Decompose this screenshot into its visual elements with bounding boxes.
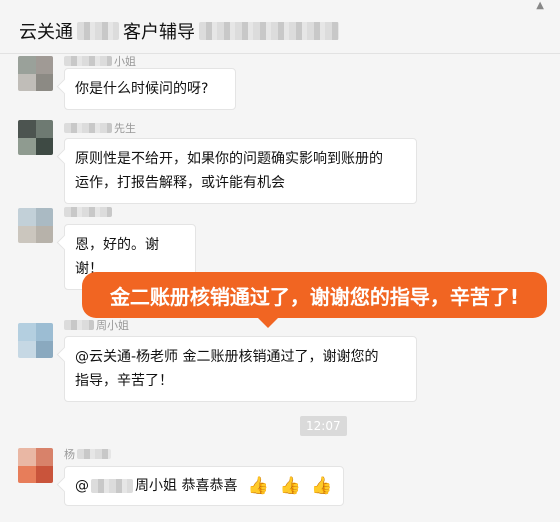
title-prefix: 云关通 bbox=[19, 22, 73, 43]
message-bubble: 原则性是不给开，如果你的问题确实影响到账册的 运作，打报告解释，或许能有机会 bbox=[64, 138, 417, 204]
pin-icon[interactable]: ▲ bbox=[536, 0, 544, 11]
avatar[interactable] bbox=[18, 448, 53, 483]
title-mid: 客户辅导 bbox=[123, 22, 195, 43]
avatar[interactable] bbox=[18, 120, 53, 155]
avatar[interactable] bbox=[18, 208, 53, 243]
redacted-mention bbox=[91, 479, 133, 493]
redacted-name bbox=[77, 22, 119, 40]
timestamp: 12:07 bbox=[300, 416, 347, 436]
highlight-callout: 金二账册核销通过了，谢谢您的指导，辛苦了! bbox=[82, 272, 547, 328]
avatar[interactable] bbox=[18, 323, 53, 358]
chat-title: 云关通 客户辅导 bbox=[19, 18, 339, 44]
sender-name bbox=[64, 207, 114, 217]
message-bubble: @云关通-杨老师 金二账册核销通过了，谢谢您的 指导，辛苦了！ bbox=[64, 336, 417, 402]
redacted-group-name bbox=[199, 22, 339, 40]
sender-name: 先生 bbox=[64, 120, 136, 136]
thumbs-up-icon: 👍 bbox=[279, 476, 301, 496]
message-bubble: 你是什么时候问的呀? bbox=[64, 68, 236, 110]
sender-name: 小姐 bbox=[64, 53, 136, 69]
chat-header: 云关通 客户辅导 ▲ bbox=[0, 0, 560, 54]
message-bubble: @ 周小姐 恭喜恭喜 👍 👍 👍 bbox=[64, 466, 344, 506]
sender-name: 周小姐 bbox=[64, 317, 129, 333]
thumbs-up-icon: 👍 bbox=[311, 476, 333, 496]
sender-name: 杨 bbox=[64, 446, 113, 462]
thumbs-up-icon: 👍 bbox=[247, 476, 270, 496]
avatar[interactable] bbox=[18, 56, 53, 91]
